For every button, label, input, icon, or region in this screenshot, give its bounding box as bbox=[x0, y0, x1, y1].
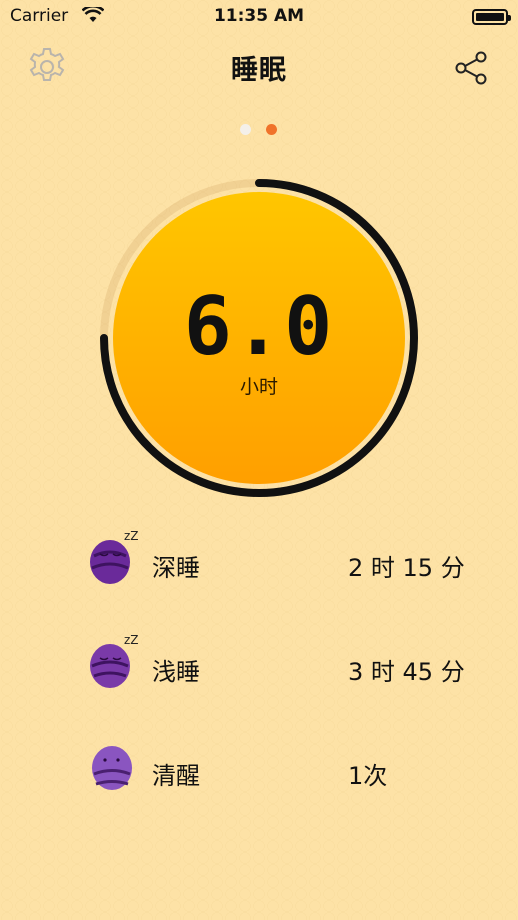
stage-label: 清醒 bbox=[152, 762, 200, 790]
stage-duration: 2 时 15 分 bbox=[348, 554, 465, 582]
stage-duration: 1次 bbox=[348, 762, 388, 790]
sleeping-bean-icon: zZ bbox=[90, 633, 139, 688]
zz-label: zZ bbox=[124, 633, 139, 647]
page-indicator[interactable] bbox=[0, 124, 518, 136]
awake-bean-icon bbox=[92, 746, 132, 790]
page-dot-active[interactable] bbox=[266, 124, 277, 135]
status-bar: Carrier 11:35 AM bbox=[0, 0, 518, 34]
stage-label: 浅睡 bbox=[152, 658, 200, 686]
zz-label: zZ bbox=[124, 529, 139, 543]
stage-duration: 3 时 45 分 bbox=[348, 658, 465, 686]
battery-icon bbox=[472, 9, 511, 25]
stage-row-deep[interactable]: zZ 深睡 2 时 15 分 bbox=[0, 526, 518, 606]
stage-row-awake[interactable]: 清醒 1次 bbox=[0, 734, 518, 814]
sleep-hours-unit: 小时 bbox=[239, 376, 278, 398]
nav-bar: 睡眠 bbox=[0, 40, 518, 96]
stage-row-light[interactable]: zZ 浅睡 3 时 45 分 bbox=[0, 630, 518, 710]
page-title: 睡眠 bbox=[231, 55, 287, 86]
share-icon[interactable] bbox=[454, 50, 490, 86]
sleeping-bean-icon: zZ bbox=[90, 529, 139, 584]
stage-label: 深睡 bbox=[152, 554, 200, 582]
sleep-hours-value: 6.0 bbox=[183, 280, 335, 373]
page-dot[interactable] bbox=[240, 124, 251, 135]
status-time: 11:35 AM bbox=[213, 6, 305, 26]
